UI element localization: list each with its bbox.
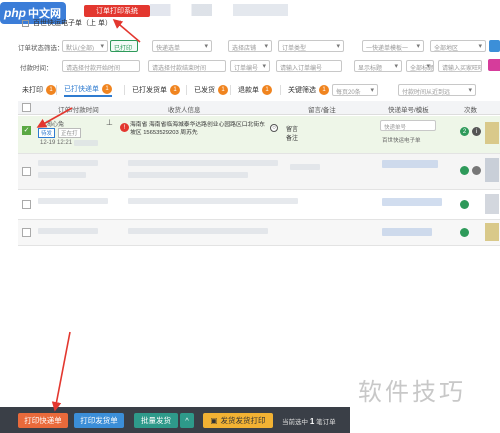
order-status-select[interactable]: 默认(全部) [62,40,108,52]
status-green-icon: 2 [460,127,469,136]
page-size-select[interactable]: 每页20条 [332,84,378,96]
blurred-text [74,140,98,146]
tab-label: 未打印 [22,87,43,94]
express-select[interactable]: 快递选单 [152,40,212,52]
shop-select[interactable]: 选择店铺 [228,40,272,52]
pay-time-end-input[interactable]: 请选择付款结束时间 [148,60,226,72]
orders-table: 订单/付款时间 收货人信息 留言/备注 快递单号/模板 次数 ✓ 一淘心兔 待发… [18,101,500,301]
page-tab[interactable]: 百世快运电子单（上 单） ✕ [22,18,122,28]
template-name: 百世快运电子单 [382,138,421,144]
chevron-up-icon[interactable]: ^ [180,413,194,428]
tab-refund[interactable]: 退款单 1 [238,83,272,97]
order-type-select[interactable]: 订单类型 [278,40,344,52]
print-express-button[interactable]: 打印快递单 [18,413,68,428]
sort-select[interactable]: 付款时间从近到远 [398,84,476,96]
row-checkbox[interactable] [22,228,31,237]
tab-label: 已打发货单 [132,87,167,94]
product-thumbnail [485,194,499,214]
pay-time-label: 付款时间： [20,65,53,72]
status-tabs: 未打印 1 已打快递单 1 已打发货单 1 已发货 1 退款单 1 关键筛选 1… [18,83,500,97]
close-icon[interactable]: ✕ [116,19,122,27]
remark-label: 备注 [286,136,299,142]
product-thumbnail [485,122,499,144]
tab-count-badge: 1 [262,85,272,95]
info-icon[interactable] [472,166,481,175]
tab-unprinted[interactable]: 未打印 1 [22,83,56,97]
print-status-filter[interactable]: 已打印 [110,40,138,52]
pay-time: 12-19 12:21 [40,140,73,146]
order-no-type-select[interactable]: 订单编号 [230,60,270,72]
buyer-input[interactable]: 请输入买家旺旺 [438,60,482,72]
row-checkbox[interactable] [22,200,31,209]
table-header: 订单/付款时间 收货人信息 留言/备注 快递单号/模板 次数 [18,101,500,115]
batch-ship-button[interactable]: 批量发货 [134,413,178,428]
tab-printed-delivery[interactable]: 已打发货单 1 [132,83,180,97]
search-icon[interactable]: ○ [270,124,278,132]
print-delivery-button[interactable]: 打印发货单 [74,413,124,428]
table-row[interactable]: ✓ 一淘心兔 待发 正在打 12-19 12:21 ⊥ ! 海南省 海南省临海城… [18,116,500,154]
expand-icon[interactable]: ⊥ [106,118,113,127]
print-state-badge: 正在打 [58,128,81,138]
bottom-action-bar: 打印快递单 打印发货单 批量发货 ^ ▣ 发货发货打印 当前选中 1 笔订单 [0,407,350,433]
product-thumbnail [485,223,499,241]
status-green-icon [460,200,469,209]
tab-shipped[interactable]: 已发货 1 [194,83,228,97]
order-status-label: 订单状态筛选： [18,45,64,52]
table-row[interactable] [18,154,500,190]
tab-label: 退款单 [238,87,259,94]
page-title: 百世快运电子单（上 单） [33,20,112,27]
row-checkbox[interactable] [22,167,31,176]
region-select[interactable]: 全部地区 [430,40,486,52]
pay-time-start-input[interactable]: 请选择付款开始时间 [62,60,140,72]
arrow-to-print-button [51,331,71,412]
filter-submit-button[interactable] [488,59,500,71]
order-no-input[interactable]: 请输入订单编号 [276,60,342,72]
system-badge: 订单打印系统 [84,5,150,17]
header-recipient: 收货人信息 [168,107,201,114]
select-all-checkbox[interactable] [22,103,31,112]
template-select[interactable]: 一快递单模板一 [362,40,424,52]
status-green-icon [460,228,469,237]
header-express-no: 快递单号/模板 [388,107,429,114]
row-checkbox[interactable]: ✓ [22,126,31,135]
status-green-icon [460,166,469,175]
warning-icon: ! [120,123,129,132]
info-icon[interactable]: i [472,127,481,136]
filter-panel: 订单状态筛选： 默认(全部) 已打印 快递选单 选择店铺 订单类型 一快递单模板… [18,38,500,78]
selected-count: 1 [309,417,315,426]
tab-label: 已打快递单 [64,86,99,93]
status-badge: 待发 [38,128,56,138]
flag-select[interactable]: 显示标题 [354,60,402,72]
express-no-input[interactable]: 快递单号 [380,120,436,131]
tab-count-badge: 1 [46,85,56,95]
tab-count-badge: 1 [102,84,112,94]
tab-count-badge: 1 [218,85,228,95]
printer-icon: ▣ [210,416,218,425]
table-row[interactable] [18,190,500,220]
header-count: 次数 [464,107,477,114]
watermark-text: 软件技巧 [358,379,466,406]
tab-count-badge: 1 [319,85,329,95]
table-row[interactable] [18,220,500,246]
recipient-address: 海南省 海南省临海城泰华达路创业心园路区口北街东坡区 15653529203 周… [130,122,265,136]
tab-checkbox [22,19,29,27]
ship-and-print-label: 发货发货打印 [220,416,266,425]
tab-key-filter[interactable]: 关键筛选 1 [288,83,329,97]
product-thumbnail [485,158,499,182]
tab-label: 已发货 [194,87,215,94]
blurred-header-area [150,4,495,16]
tab-label: 关键筛选 [288,87,316,94]
search-button[interactable] [489,40,500,52]
header-memo: 留言/备注 [308,107,336,114]
ship-and-print-button[interactable]: ▣ 发货发货打印 [203,413,273,428]
header-order-time: 订单/付款时间 [58,107,99,114]
shop-name: 一淘心兔 [40,122,65,128]
flag2-select[interactable]: 全部标题 [406,60,434,72]
memo-label: 留言 [286,127,299,133]
selection-summary: 当前选中 1 笔订单 [282,417,336,426]
tab-count-badge: 1 [170,85,180,95]
tab-printed-express[interactable]: 已打快递单 1 [64,83,112,97]
